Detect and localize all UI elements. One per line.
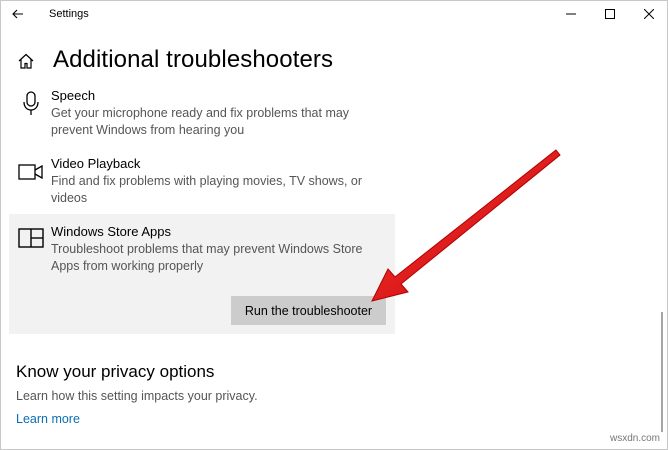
troubleshooter-speech[interactable]: Speech Get your microphone ready and fix… — [9, 88, 395, 144]
troubleshooter-name: Video Playback — [51, 156, 141, 171]
title-bar: Settings — [0, 0, 668, 30]
troubleshooter-name: Speech — [51, 88, 96, 103]
learn-more-link[interactable]: Learn more — [16, 412, 80, 426]
privacy-heading: Know your privacy options — [16, 362, 215, 381]
troubleshooter-windows-store-apps[interactable]: Windows Store Apps Troubleshoot problems… — [9, 214, 395, 334]
video-camera-icon — [18, 159, 44, 185]
troubleshooter-description: Find and fix problems with playing movie… — [51, 174, 363, 205]
minimize-icon — [566, 13, 576, 15]
home-icon[interactable] — [17, 52, 35, 70]
close-icon — [644, 9, 654, 19]
troubleshooter-description: Troubleshoot problems that may prevent W… — [51, 242, 363, 273]
troubleshooter-name: Windows Store Apps — [51, 224, 171, 239]
maximize-button[interactable] — [590, 2, 630, 26]
back-arrow-icon — [12, 9, 23, 19]
microphone-icon — [18, 91, 44, 117]
store-apps-icon — [18, 225, 44, 251]
page-title: Additional troubleshooters — [53, 46, 334, 73]
back-button[interactable] — [6, 3, 30, 25]
watermark: wsxdn.com — [610, 433, 661, 444]
minimize-button[interactable] — [551, 2, 591, 26]
app-title: Settings — [49, 8, 89, 20]
close-button[interactable] — [629, 2, 668, 26]
scrollbar[interactable] — [661, 312, 663, 432]
run-troubleshooter-button[interactable]: Run the troubleshooter — [231, 296, 386, 325]
troubleshooter-description: Get your microphone ready and fix proble… — [51, 106, 350, 137]
maximize-icon — [605, 9, 615, 19]
privacy-description: Learn how this setting impacts your priv… — [16, 389, 258, 403]
troubleshooter-video-playback[interactable]: Video Playback Find and fix problems wit… — [9, 156, 395, 212]
